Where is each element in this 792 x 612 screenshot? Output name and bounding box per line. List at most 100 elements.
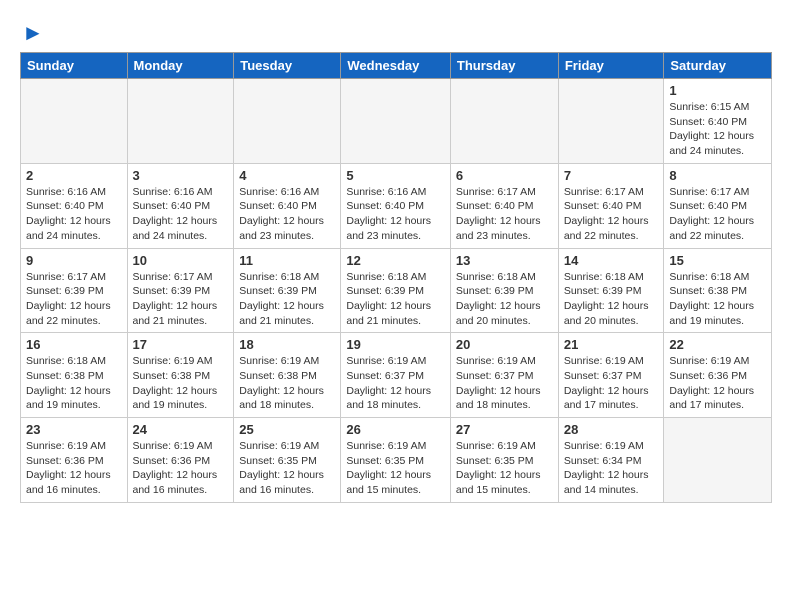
day-number: 25 [239, 422, 335, 437]
day-number: 9 [26, 253, 122, 268]
header-row: SundayMondayTuesdayWednesdayThursdayFrid… [21, 53, 772, 79]
calendar-cell: 18Sunrise: 6:19 AM Sunset: 6:38 PM Dayli… [234, 333, 341, 418]
day-number: 8 [669, 168, 766, 183]
day-info: Sunrise: 6:19 AM Sunset: 6:36 PM Dayligh… [669, 354, 766, 413]
calendar-cell: 19 Sunrise: 6:19 AM Sunset: 6:37 PM Dayli… [341, 333, 451, 418]
day-header-sunday: Sunday [21, 53, 128, 79]
day-number: 28 [564, 422, 659, 437]
header: ► [20, 20, 772, 42]
calendar-cell: 17 Sunrise: 6:19 AM Sunset: 6:38 PM Dayli… [127, 333, 234, 418]
day-header-wednesday: Wednesday [341, 53, 451, 79]
day-info: Sunrise: 6:19 AM Sunset: 6:37 PM Dayligh… [346, 354, 445, 413]
calendar-cell [21, 79, 128, 164]
day-info: Sunrise: 6:19 AM Sunset: 6:35 PM Dayligh… [346, 439, 445, 498]
calendar-cell: 28 Sunrise: 6:19 AM Sunset: 6:34 PM Dayli… [558, 418, 664, 503]
day-info: Sunrise: 6:19 AM Sunset: 6:34 PM Dayligh… [564, 439, 659, 498]
day-info: Sunrise: 6:17 AM Sunset: 6:40 PM Dayligh… [456, 185, 553, 244]
day-number: 11 [239, 253, 335, 268]
calendar-table: SundayMondayTuesdayWednesdayThursdayFrid… [20, 52, 772, 503]
day-number: 20 [456, 337, 553, 352]
day-header-saturday: Saturday [664, 53, 772, 79]
calendar-cell [664, 418, 772, 503]
day-info: Sunrise: 6:19 AM Sunset: 6:36 PM Dayligh… [26, 439, 122, 498]
day-number: 14 [564, 253, 659, 268]
day-number: 1 [669, 83, 766, 98]
calendar-cell: 23 Sunrise: 6:19 AM Sunset: 6:36 PM Dayli… [21, 418, 128, 503]
day-number: 19 [346, 337, 445, 352]
day-number: 17 [133, 337, 229, 352]
day-info: Sunrise: 6:19 AM Sunset: 6:36 PM Dayligh… [133, 439, 229, 498]
day-number: 10 [133, 253, 229, 268]
day-number: 4 [239, 168, 335, 183]
logo-arrow: ► [22, 20, 44, 46]
calendar-cell [127, 79, 234, 164]
day-info: Sunrise: 6:19 AM Sunset: 6:37 PM Dayligh… [564, 354, 659, 413]
week-row-3: 9 Sunrise: 6:17 AM Sunset: 6:39 PM Daylig… [21, 248, 772, 333]
day-info: Sunrise: 6:18 AM Sunset: 6:39 PM Dayligh… [456, 270, 553, 329]
day-info: Sunrise: 6:19 AM Sunset: 6:35 PM Dayligh… [456, 439, 553, 498]
calendar-cell [341, 79, 451, 164]
calendar-cell: 6 Sunrise: 6:17 AM Sunset: 6:40 PM Daylig… [450, 163, 558, 248]
day-info: Sunrise: 6:18 AM Sunset: 6:39 PM Dayligh… [564, 270, 659, 329]
calendar-cell [558, 79, 664, 164]
calendar-cell: 11 Sunrise: 6:18 AM Sunset: 6:39 PM Dayli… [234, 248, 341, 333]
calendar-cell: 24 Sunrise: 6:19 AM Sunset: 6:36 PM Dayli… [127, 418, 234, 503]
week-row-4: 16 Sunrise: 6:18 AM Sunset: 6:38 PM Dayli… [21, 333, 772, 418]
logo: ► [20, 20, 44, 42]
day-info: Sunrise: 6:15 AM Sunset: 6:40 PM Dayligh… [669, 100, 766, 159]
day-number: 15 [669, 253, 766, 268]
calendar-cell: 4 Sunrise: 6:16 AM Sunset: 6:40 PM Daylig… [234, 163, 341, 248]
calendar-cell: 20 Sunrise: 6:19 AM Sunset: 6:37 PM Dayli… [450, 333, 558, 418]
day-number: 26 [346, 422, 445, 437]
day-number: 21 [564, 337, 659, 352]
calendar-cell: 27 Sunrise: 6:19 AM Sunset: 6:35 PM Dayli… [450, 418, 558, 503]
day-number: 7 [564, 168, 659, 183]
day-number: 12 [346, 253, 445, 268]
calendar-cell: 16 Sunrise: 6:18 AM Sunset: 6:38 PM Dayli… [21, 333, 128, 418]
calendar-cell: 9 Sunrise: 6:17 AM Sunset: 6:39 PM Daylig… [21, 248, 128, 333]
calendar-cell: 5Sunrise: 6:16 AM Sunset: 6:40 PM Daylig… [341, 163, 451, 248]
day-info: Sunrise: 6:19 AM Sunset: 6:35 PM Dayligh… [239, 439, 335, 498]
day-info: Sunrise: 6:18 AM Sunset: 6:39 PM Dayligh… [346, 270, 445, 329]
calendar-cell: 8Sunrise: 6:17 AM Sunset: 6:40 PM Daylig… [664, 163, 772, 248]
calendar-cell: 13 Sunrise: 6:18 AM Sunset: 6:39 PM Dayli… [450, 248, 558, 333]
calendar-cell: 22Sunrise: 6:19 AM Sunset: 6:36 PM Dayli… [664, 333, 772, 418]
day-number: 13 [456, 253, 553, 268]
week-row-5: 23 Sunrise: 6:19 AM Sunset: 6:36 PM Dayli… [21, 418, 772, 503]
calendar-cell: 7 Sunrise: 6:17 AM Sunset: 6:40 PM Daylig… [558, 163, 664, 248]
calendar-cell: 2Sunrise: 6:16 AM Sunset: 6:40 PM Daylig… [21, 163, 128, 248]
day-header-tuesday: Tuesday [234, 53, 341, 79]
calendar-cell: 14 Sunrise: 6:18 AM Sunset: 6:39 PM Dayli… [558, 248, 664, 333]
calendar-cell: 12 Sunrise: 6:18 AM Sunset: 6:39 PM Dayli… [341, 248, 451, 333]
day-number: 24 [133, 422, 229, 437]
day-number: 3 [133, 168, 229, 183]
day-info: Sunrise: 6:17 AM Sunset: 6:40 PM Dayligh… [564, 185, 659, 244]
day-info: Sunrise: 6:18 AM Sunset: 6:38 PM Dayligh… [26, 354, 122, 413]
day-info: Sunrise: 6:18 AM Sunset: 6:38 PM Dayligh… [669, 270, 766, 329]
day-info: Sunrise: 6:19 AM Sunset: 6:38 PM Dayligh… [239, 354, 335, 413]
calendar-cell: 3Sunrise: 6:16 AM Sunset: 6:40 PM Daylig… [127, 163, 234, 248]
day-info: Sunrise: 6:18 AM Sunset: 6:39 PM Dayligh… [239, 270, 335, 329]
calendar-cell: 1 Sunrise: 6:15 AM Sunset: 6:40 PM Daylig… [664, 79, 772, 164]
day-info: Sunrise: 6:19 AM Sunset: 6:38 PM Dayligh… [133, 354, 229, 413]
day-number: 23 [26, 422, 122, 437]
day-info: Sunrise: 6:16 AM Sunset: 6:40 PM Dayligh… [346, 185, 445, 244]
day-number: 6 [456, 168, 553, 183]
week-row-1: 1 Sunrise: 6:15 AM Sunset: 6:40 PM Daylig… [21, 79, 772, 164]
page: ► SundayMondayTuesdayWednesdayThursdayFr… [0, 0, 792, 523]
calendar-cell: 10 Sunrise: 6:17 AM Sunset: 6:39 PM Dayli… [127, 248, 234, 333]
calendar-cell: 21 Sunrise: 6:19 AM Sunset: 6:37 PM Dayli… [558, 333, 664, 418]
day-number: 2 [26, 168, 122, 183]
day-info: Sunrise: 6:17 AM Sunset: 6:39 PM Dayligh… [26, 270, 122, 329]
day-number: 27 [456, 422, 553, 437]
day-info: Sunrise: 6:16 AM Sunset: 6:40 PM Dayligh… [239, 185, 335, 244]
calendar-cell: 26 Sunrise: 6:19 AM Sunset: 6:35 PM Dayli… [341, 418, 451, 503]
day-number: 16 [26, 337, 122, 352]
calendar-cell [450, 79, 558, 164]
day-header-friday: Friday [558, 53, 664, 79]
calendar-cell: 25 Sunrise: 6:19 AM Sunset: 6:35 PM Dayli… [234, 418, 341, 503]
calendar-cell: 15 Sunrise: 6:18 AM Sunset: 6:38 PM Dayli… [664, 248, 772, 333]
calendar-cell [234, 79, 341, 164]
day-info: Sunrise: 6:19 AM Sunset: 6:37 PM Dayligh… [456, 354, 553, 413]
day-info: Sunrise: 6:17 AM Sunset: 6:39 PM Dayligh… [133, 270, 229, 329]
